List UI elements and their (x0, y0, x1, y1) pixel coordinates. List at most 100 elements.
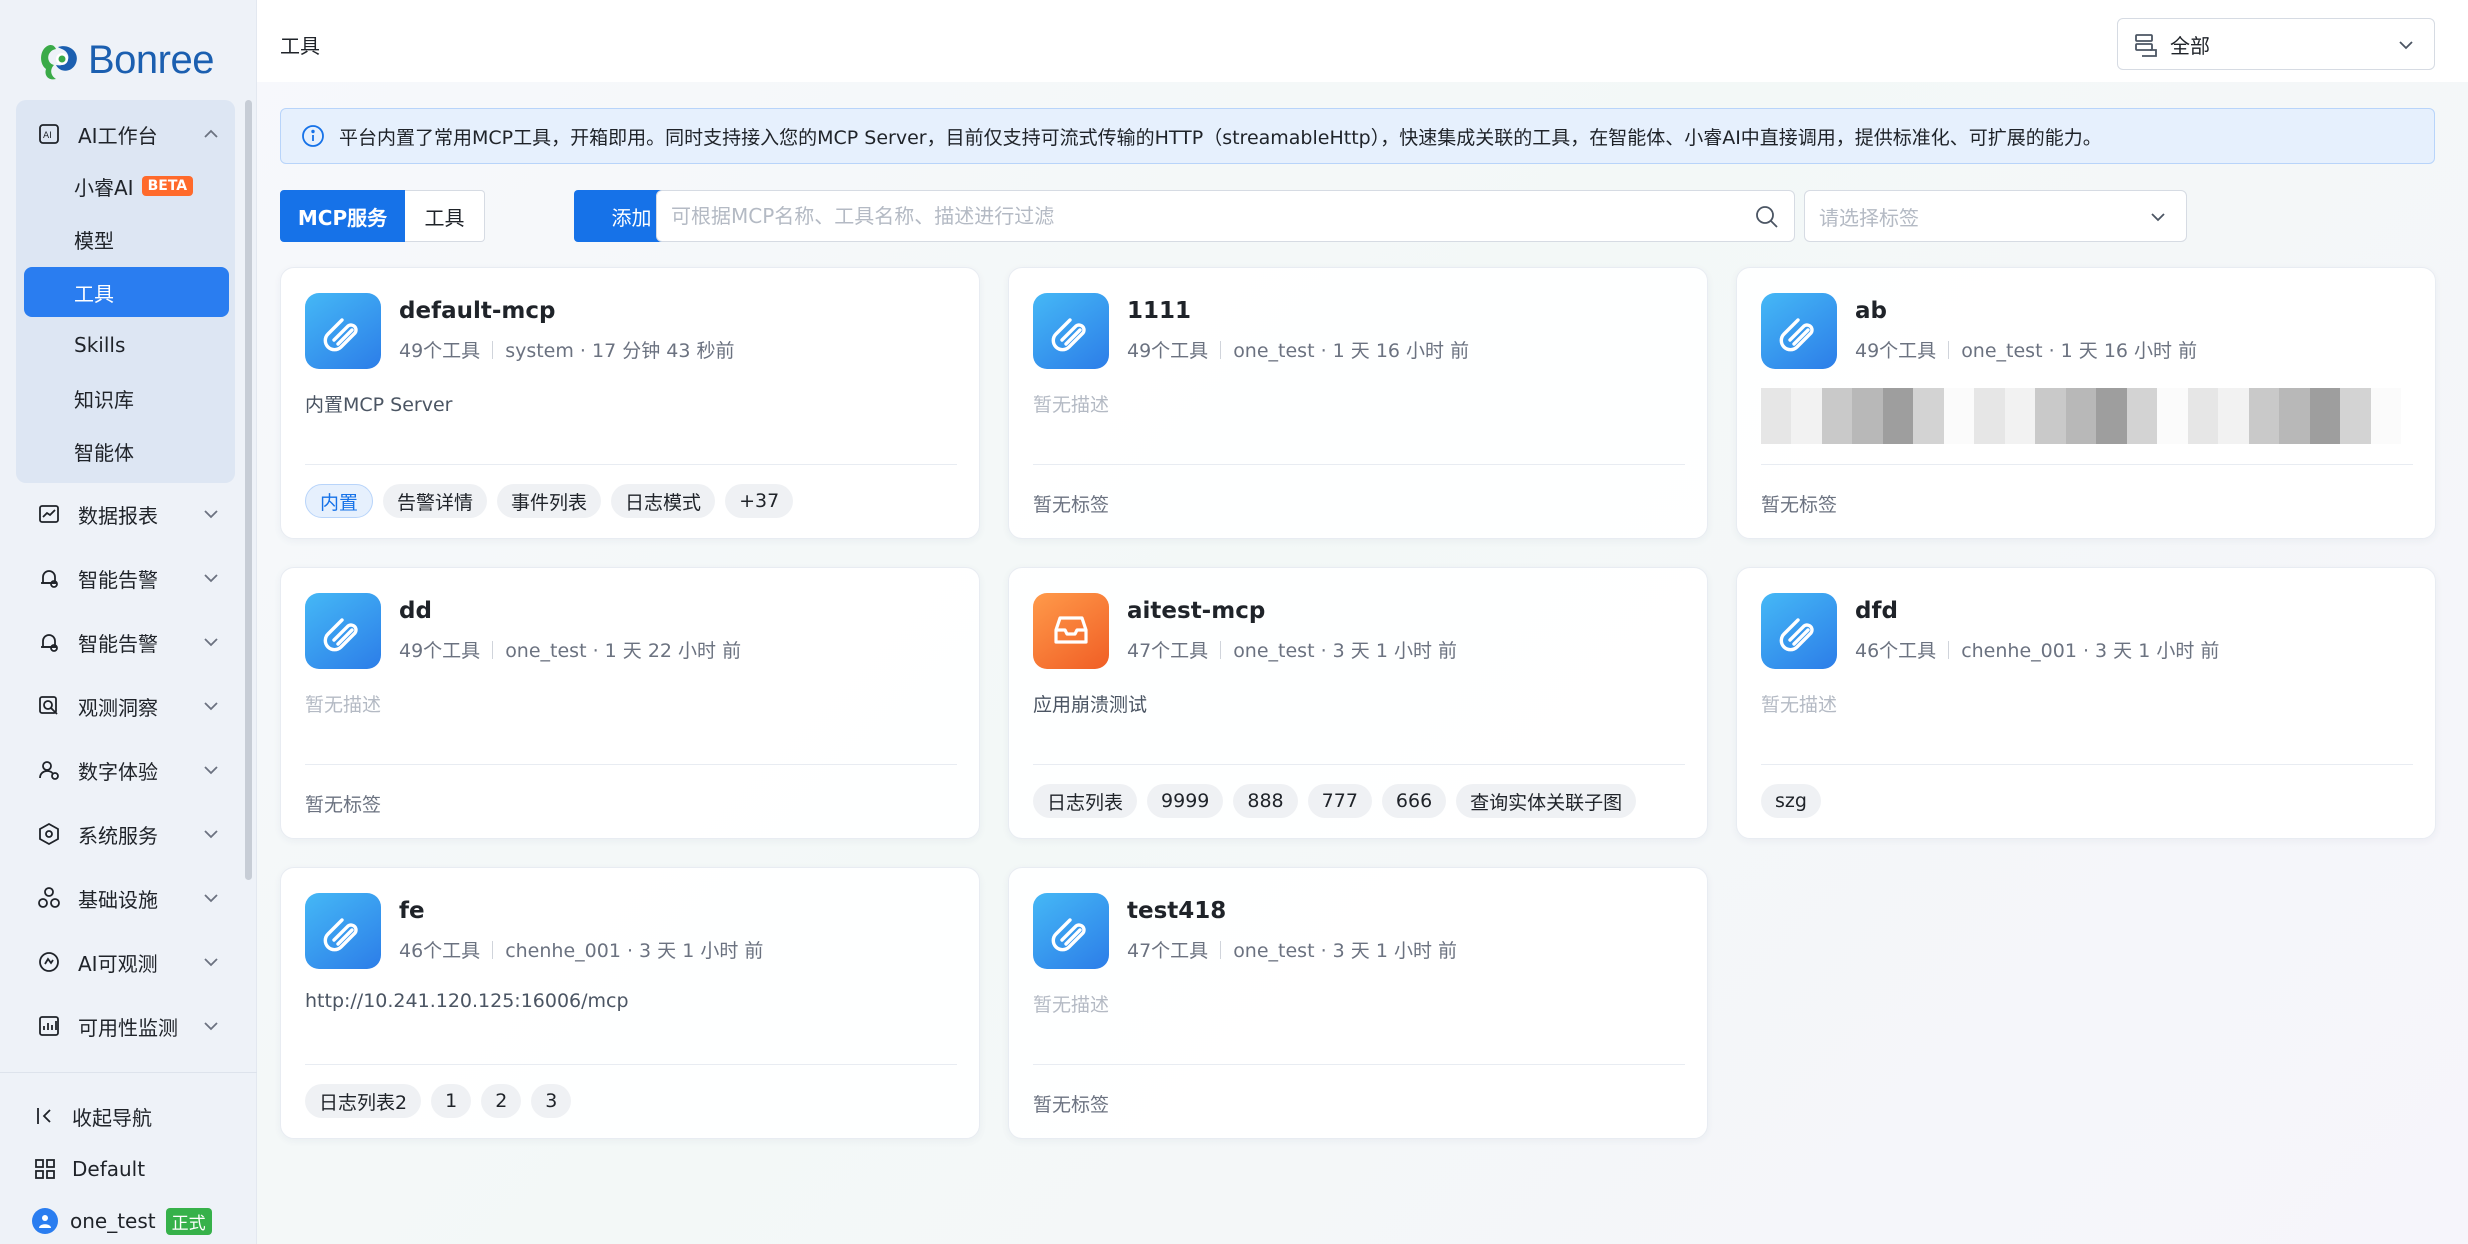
nav-data-report[interactable]: 数据报表 (16, 488, 235, 540)
tag-chip[interactable]: 日志列表2 (305, 1084, 422, 1118)
card-divider (1033, 764, 1685, 765)
mcp-tool-icon (1033, 593, 1109, 669)
tag-chip[interactable]: 2 (481, 1084, 522, 1118)
mcp-card[interactable]: fe 46个工具 chenhe_001 · 3 天 1 小时 前 http://10.… (280, 867, 980, 1139)
no-tag-text: 暂无标签 (1761, 494, 1838, 516)
redacted-description (1761, 388, 2401, 444)
tool-count: 49个工具 (1127, 340, 1209, 362)
search-icon[interactable] (1754, 204, 1780, 230)
sidebar-item-skills[interactable]: Skills (24, 320, 229, 370)
user-name: one_test (70, 1209, 156, 1233)
card-divider (1761, 764, 2413, 765)
workspace-switcher[interactable]: Default (32, 1149, 145, 1189)
nav-smart-alert-2[interactable]: 智能告警 (16, 616, 235, 668)
mcp-card[interactable]: dd 49个工具 one_test · 1 天 22 小时 前暂无描述 暂无标签 (280, 567, 980, 839)
mcp-tool-icon (1033, 893, 1109, 969)
tag-chip[interactable]: 888 (1233, 784, 1298, 818)
chevron-down-icon (204, 510, 218, 519)
mcp-card-meta: 49个工具 system · 17 分钟 43 秒前 (399, 336, 734, 363)
mcp-card[interactable]: dfd 46个工具 chenhe_001 · 3 天 1 小时 前暂无描述 szg (1736, 567, 2436, 839)
scope-select-value: 全部 (2170, 33, 2210, 58)
tag-chip[interactable]: 告警详情 (383, 484, 488, 518)
sidebar-scrollbar[interactable] (245, 100, 252, 880)
nav-label: 数字体验 (78, 759, 158, 784)
beta-badge: BETA (141, 176, 194, 196)
chevron-down-icon (204, 1022, 218, 1031)
mcp-tool-icon (1033, 293, 1109, 369)
tag-chip[interactable]: 日志模式 (611, 484, 716, 518)
mcp-card[interactable]: ab 49个工具 one_test · 1 天 16 小时 前暂无标签 (1736, 267, 2436, 539)
nav-ai-observe[interactable]: AI可观测 (16, 936, 235, 988)
avatar (32, 1208, 58, 1234)
meta-divider (1948, 640, 1950, 659)
tag-filter-select[interactable]: 请选择标签 (1804, 190, 2187, 242)
nav-availability[interactable]: 可用性监测 (16, 1000, 235, 1052)
ai-observe-icon (36, 949, 62, 975)
infrastructure-icon (36, 885, 62, 911)
mcp-card-description: 暂无描述 (1033, 394, 1110, 416)
chevron-down-icon (204, 638, 218, 647)
tag-chip[interactable]: 日志列表 (1033, 784, 1138, 818)
sub-label: 模型 (74, 228, 114, 253)
tag-chip[interactable]: 9999 (1147, 784, 1224, 818)
no-tag-text: 暂无标签 (305, 794, 382, 816)
tag-chip[interactable]: 3 (531, 1084, 572, 1118)
nav-smart-alert-1[interactable]: 智能告警 (16, 552, 235, 604)
user-experience-icon (36, 757, 62, 783)
mcp-card[interactable]: 1111 49个工具 one_test · 1 天 16 小时 前暂无描述 暂无标签 (1008, 267, 1708, 539)
tag-chip[interactable]: 1 (431, 1084, 472, 1118)
tag-chip[interactable]: 内置 (305, 484, 374, 518)
nav-digital-experience[interactable]: 数字体验 (16, 744, 235, 796)
card-divider (1033, 464, 1685, 465)
nav-label: 智能告警 (78, 631, 158, 656)
owner-time: chenhe_001 · 3 天 1 小时 前 (1961, 640, 2220, 662)
user-menu[interactable]: one_test 正式 (32, 1201, 212, 1241)
sidebar-item-xiaorui-ai[interactable]: 小睿AI BETA (24, 161, 229, 211)
no-tag-text: 暂无标签 (1033, 1094, 1110, 1116)
scope-select[interactable]: 全部 (2117, 18, 2435, 70)
tag-chip[interactable]: +37 (725, 484, 794, 518)
mcp-card[interactable]: test418 47个工具 one_test · 3 天 1 小时 前暂无描述 暂无标… (1008, 867, 1708, 1139)
nav-infrastructure[interactable]: 基础设施 (16, 872, 235, 924)
bonree-logo[interactable]: Bonree (36, 30, 226, 90)
mcp-card-meta: 49个工具 one_test · 1 天 22 小时 前 (399, 636, 741, 663)
env-badge: 正式 (165, 1207, 212, 1235)
tag-chip[interactable]: 事件列表 (497, 484, 602, 518)
nav-label: 观测洞察 (78, 695, 158, 720)
tool-count: 46个工具 (399, 940, 481, 962)
tag-chip[interactable]: 777 (1307, 784, 1372, 818)
mcp-card-name: dd (399, 598, 432, 624)
tool-count: 47个工具 (1127, 940, 1209, 962)
nav-ai-workbench[interactable]: AI AI工作台 (16, 108, 235, 160)
insight-icon (36, 693, 62, 719)
bonree-logo-icon (41, 45, 77, 80)
nav-label: 数据报表 (78, 503, 158, 528)
logo-text: Bonree (88, 37, 214, 82)
nav-observe-insight[interactable]: 观测洞察 (16, 680, 235, 732)
owner-time: one_test · 3 天 1 小时 前 (1233, 640, 1457, 662)
sidebar-item-agents[interactable]: 智能体 (24, 426, 229, 476)
tag-chip[interactable]: szg (1761, 784, 1821, 818)
alert-icon (36, 565, 62, 591)
sidebar-item-knowledge-base[interactable]: 知识库 (24, 373, 229, 423)
info-icon (302, 125, 324, 147)
search-input[interactable] (671, 204, 1751, 228)
mcp-card-name: dfd (1855, 598, 1898, 624)
tag-chip[interactable]: 666 (1381, 784, 1447, 818)
chevron-down-icon (204, 702, 218, 711)
mcp-card[interactable]: aitest-mcp 47个工具 one_test · 3 天 1 小时 前应用崩溃… (1008, 567, 1708, 839)
tag-filter-placeholder: 请选择标签 (1819, 205, 1919, 230)
mcp-card-name: ab (1855, 298, 1887, 324)
mcp-card-meta: 46个工具 chenhe_001 · 3 天 1 小时 前 (399, 936, 763, 963)
sidebar-item-models[interactable]: 模型 (24, 214, 229, 264)
grid-icon (32, 1156, 58, 1182)
tab-tools[interactable]: 工具 (405, 190, 485, 242)
nav-system-service[interactable]: 系统服务 (16, 808, 235, 860)
meta-divider (492, 640, 494, 659)
collapse-nav-button[interactable]: 收起导航 (32, 1096, 152, 1136)
chevron-down-icon (204, 958, 218, 967)
tab-mcp-services[interactable]: MCP服务 (280, 190, 405, 242)
sidebar-item-tools[interactable]: 工具 (24, 267, 229, 317)
tag-chip[interactable]: 查询实体关联子图 (1456, 784, 1637, 818)
mcp-card[interactable]: default-mcp 49个工具 system · 17 分钟 43 秒前 内置MC… (280, 267, 980, 539)
